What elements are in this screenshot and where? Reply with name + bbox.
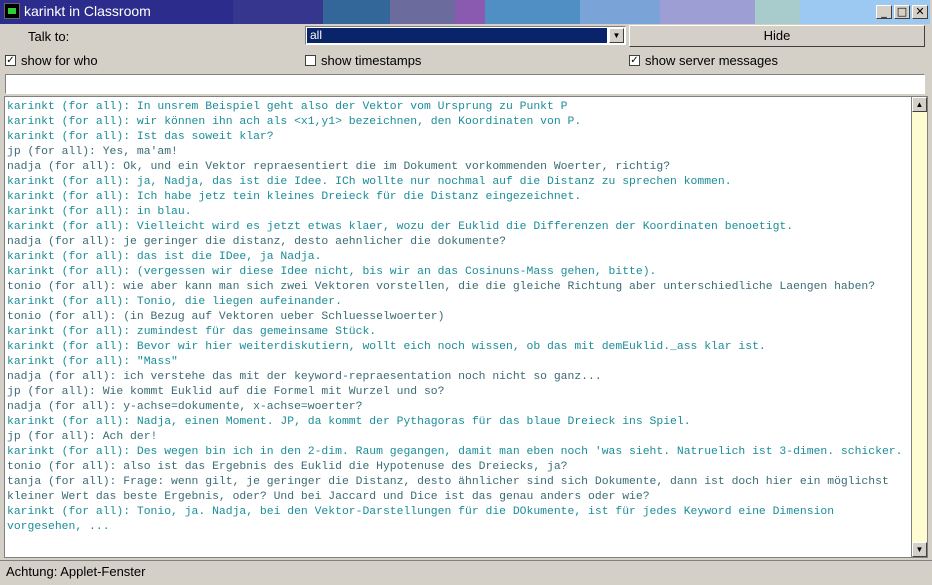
- hide-button[interactable]: Hide: [629, 25, 925, 47]
- chat-message: karinkt (for all): Vielleicht wird es je…: [7, 221, 794, 233]
- chat-message: karinkt (for all): ja, Nadja, das ist di…: [7, 176, 732, 188]
- window-controls: _ □ ✕: [876, 5, 928, 19]
- chat-message: karinkt (for all): "Mass": [7, 356, 178, 368]
- app-icon: [4, 3, 20, 19]
- chat-message: tanja (for all): Frage: wenn gilt, je ge…: [7, 476, 896, 503]
- show-timestamps-checkbox[interactable]: show timestamps: [305, 53, 421, 68]
- chat-message: karinkt (for all): (vergessen wir diese …: [7, 266, 657, 278]
- close-button[interactable]: ✕: [912, 5, 928, 19]
- title-bar-segment: [580, 0, 660, 24]
- window-title-area: karinkt in Classroom: [4, 3, 151, 19]
- minimize-button[interactable]: _: [876, 5, 892, 19]
- chat-message: jp (for all): Yes, ma'am!: [7, 146, 178, 158]
- chat-message: tonio (for all): (in Bezug auf Vektoren …: [7, 311, 445, 323]
- chat-message: jp (for all): Wie kommt Euklid auf die F…: [7, 386, 445, 398]
- show-for-who-label: show for who: [21, 53, 98, 68]
- chat-message: karinkt (for all): das ist die IDee, ja …: [7, 251, 322, 263]
- talk-to-dropdown[interactable]: all ▼: [305, 26, 626, 45]
- chat-message: karinkt (for all): Bevor wir hier weiter…: [7, 341, 766, 353]
- scroll-up-icon[interactable]: ▲: [912, 97, 927, 112]
- title-bar-segment: [755, 0, 800, 24]
- chat-message: karinkt (for all): wir können ihn ach al…: [7, 116, 582, 128]
- show-for-who-checkbox[interactable]: ✓ show for who: [5, 53, 98, 68]
- title-bar-segment: [390, 0, 455, 24]
- chat-message: karinkt (for all): Tonio, ja. Nadja, bei…: [7, 506, 841, 533]
- chat-message: karinkt (for all): in blau.: [7, 206, 192, 218]
- talk-to-selected-value: all: [307, 28, 607, 43]
- chat-message: jp (for all): Ach der!: [7, 431, 158, 443]
- title-bar-segment: [455, 0, 485, 24]
- chat-message: nadja (for all): Ok, und ein Vektor repr…: [7, 161, 671, 173]
- chevron-down-icon[interactable]: ▼: [609, 28, 624, 43]
- talk-to-label: Talk to:: [28, 29, 70, 44]
- chat-message: karinkt (for all): Ich habe jetz tein kl…: [7, 191, 582, 203]
- window-title: karinkt in Classroom: [24, 3, 151, 19]
- checkbox-box[interactable]: ✓: [629, 55, 640, 66]
- chat-message: karinkt (for all): In unsrem Beispiel ge…: [7, 101, 568, 113]
- checkbox-box[interactable]: [305, 55, 316, 66]
- title-bar-segment: [323, 0, 390, 24]
- maximize-button[interactable]: □: [894, 5, 910, 19]
- chat-message: karinkt (for all): Tonio, die liegen auf…: [7, 296, 342, 308]
- title-bar-segment: [485, 0, 580, 24]
- chat-message: nadja (for all): je geringer die distanz…: [7, 236, 506, 248]
- show-server-messages-label: show server messages: [645, 53, 778, 68]
- chat-message: karinkt (for all): zumindest für das gem…: [7, 326, 377, 338]
- message-list: karinkt (for all): In unsrem Beispiel ge…: [5, 97, 911, 535]
- title-bar-segment: [660, 0, 755, 24]
- title-bar-segment: [233, 0, 323, 24]
- message-input[interactable]: [5, 74, 925, 94]
- status-bar: Achtung: Applet-Fenster: [0, 560, 932, 585]
- chat-log[interactable]: karinkt (for all): In unsrem Beispiel ge…: [4, 96, 912, 558]
- scroll-down-icon[interactable]: ▼: [912, 542, 927, 557]
- chat-message: tonio (for all): also ist das Ergebnis d…: [7, 461, 568, 473]
- vertical-scrollbar[interactable]: ▲ ▼: [912, 96, 928, 558]
- chat-message: tonio (for all): wie aber kann man sich …: [7, 281, 876, 293]
- chat-message: karinkt (for all): Des wegen bin ich in …: [7, 446, 903, 458]
- chat-message: karinkt (for all): Ist das soweit klar?: [7, 131, 274, 143]
- chat-message: karinkt (for all): Nadja, einen Moment. …: [7, 416, 691, 428]
- chat-message: nadja (for all): ich verstehe das mit de…: [7, 371, 602, 383]
- chat-message: nadja (for all): y-achse=dokumente, x-ac…: [7, 401, 363, 413]
- show-timestamps-label: show timestamps: [321, 53, 422, 68]
- checkbox-box[interactable]: ✓: [5, 55, 16, 66]
- show-server-messages-checkbox[interactable]: ✓ show server messages: [629, 53, 778, 68]
